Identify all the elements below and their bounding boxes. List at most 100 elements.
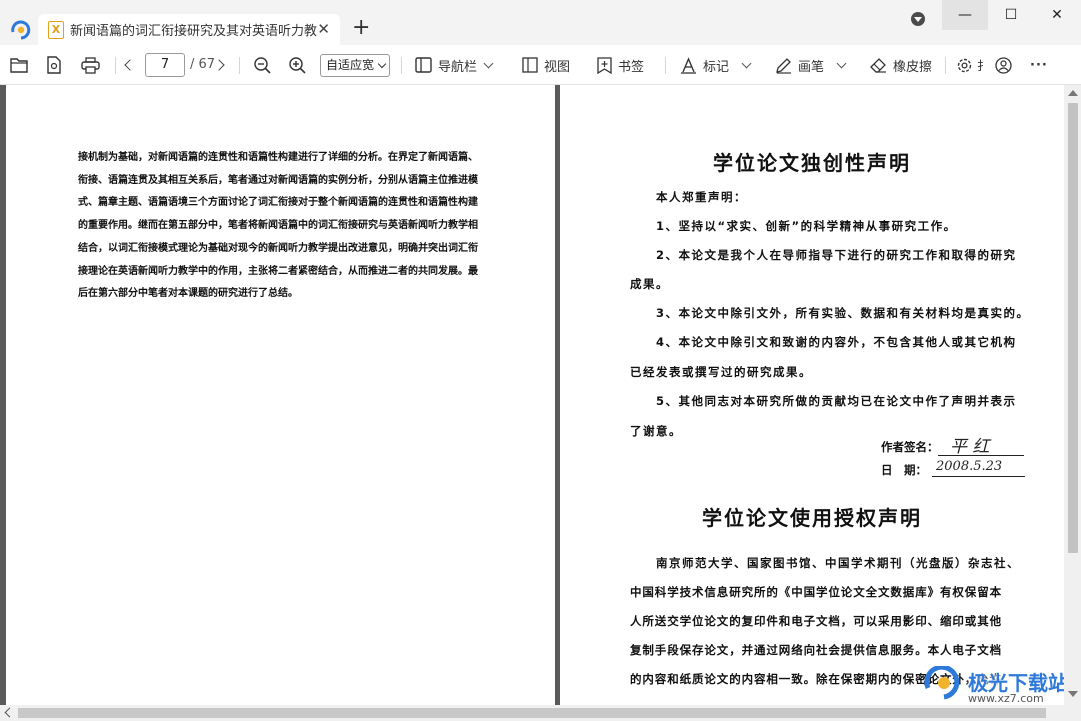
zoom-mode-select[interactable]: 自适应宽 [320,54,390,77]
watermark-url: www.xz7.com [968,692,1044,705]
mark-label: 标记 [703,59,730,75]
watermark-logo-icon [924,666,960,700]
minimize-button[interactable]: — [942,0,988,30]
statement-line: 2、本论文是我个人在导师指导下进行的研究工作和取得的研究 [656,248,1017,262]
chevron-left-icon [124,59,136,71]
toolbar-divider [401,57,402,74]
more-options-button[interactable]: ··· [1030,45,1048,85]
zoom-out-icon [254,57,271,74]
left-page-text: 接机制为基础，对新闻语篇的连贯性和语篇性构建进行了详细的分析。在界定了新闻语篇、… [78,147,482,306]
date-label: 日 期： [881,463,927,477]
navigation-panel-label: 导航栏 [438,59,478,75]
watermark-text: 极光下载站 [968,671,1068,695]
horizontal-scroll-thumb[interactable] [18,708,1046,718]
page-thumbnail-button[interactable] [46,45,62,85]
text-line: 接机制为基础，对新闻语篇的连贯性和语篇性构建进行了详细的分析。在界定了新闻语篇、 [78,152,478,163]
view-label: 视图 [544,59,571,75]
toolbar-divider [239,57,240,74]
pdf-file-icon: X [48,20,64,39]
open-folder-button[interactable] [10,45,28,85]
chevron-down-icon[interactable] [836,58,847,68]
chevron-down-icon [377,59,387,69]
folder-icon [10,58,28,73]
window-dropdown-icon[interactable] [911,12,925,26]
gear-icon [957,58,972,72]
bookmark-label: 书签 [618,59,645,75]
text-line: 衔接、语篇连贯及其相互关系后，笔者通过对新闻语篇的实例分析，分别从语篇主位推进模 [78,174,478,186]
pdf-page-left: 接机制为基础，对新闻语篇的连贯性和语篇性构建进行了详细的分析。在界定了新闻语篇、… [6,85,555,705]
statement-line: 1、坚持以“求实、创新”的科学精神从事研究工作。 [656,219,957,233]
text-line: 的重要作用。继而在第五部分中，笔者将新闻语篇中的词汇衔接研究与英语新闻听力教学相 [78,220,478,232]
text-line: 结合，以词汇衔接模式理论为基础对现今的新闻听力教学提出改进意见，明确并突出词汇衔 [78,242,478,254]
tab-close-icon[interactable]: ✕ [317,20,330,38]
title-bar: X 新闻语篇的词汇衔接研究及其对英语听力教... ✕ + — ☐ ✕ [0,0,1081,45]
pen-tool-button[interactable]: 画笔 [775,45,847,85]
view-columns-icon [522,57,538,73]
text-line: 后在第六部分中笔者对本课题的研究进行了总结。 [78,288,298,300]
site-watermark: 极光下载站 www.xz7.com [924,666,1068,705]
vertical-scrollbar[interactable] [1064,85,1081,705]
author-signature: 平 红 [950,437,990,457]
toolbar-divider [115,57,116,74]
pen-label: 画笔 [798,59,825,75]
scroll-up-arrow-icon[interactable] [1068,90,1078,96]
authorization-line: 复制手段保存论文，并通过网络向社会提供信息服务。本人电子文档 [630,643,1002,657]
navigation-panel-button[interactable]: 导航栏 [415,45,494,85]
maximize-button[interactable]: ☐ [988,0,1034,30]
signature-underline [938,455,1024,456]
mark-tool-button[interactable]: 标记 [680,45,752,85]
bookmark-button[interactable]: 书签 [597,45,644,85]
zoom-out-button[interactable] [253,45,271,85]
chevron-right-icon [213,59,225,71]
horizontal-scrollbar[interactable] [0,705,1081,721]
document-tab[interactable]: X 新闻语篇的词汇衔接研究及其对英语听力教... ✕ [38,14,340,45]
statement-line: 4、本论文中除引文和致谢的内容外，不包含其他人或其它机构 [656,335,1017,349]
eraser-tool-button[interactable]: 橡皮擦 [870,45,932,85]
originality-statement-title: 学位论文独创性声明 [713,151,911,175]
new-tab-plus-icon[interactable]: + [352,16,370,40]
statement-line: 已经发表或撰写过的研究成果。 [630,365,812,379]
highlight-marker-icon [681,56,696,74]
print-button[interactable] [81,45,100,85]
pen-icon [776,57,791,74]
page-number-input[interactable]: 7 [145,53,185,77]
date-underline [932,476,1025,477]
document-viewport[interactable]: 接机制为基础，对新闻语篇的连贯性和语篇性构建进行了详细的分析。在界定了新闻语篇、… [0,85,1064,705]
statement-line: 成果。 [630,277,669,291]
sidebar-panel-icon [415,57,432,73]
scroll-left-arrow-icon[interactable] [4,707,15,718]
page-total-label: / 67 [190,57,216,72]
vertical-scroll-thumb[interactable] [1068,103,1078,553]
statement-line: 本人郑重声明： [656,190,747,204]
statement-line: 5、其他同志对本研究所做的贡献均已在论文中作了声明并表示 [656,394,1017,408]
authorization-line: 中国科学技术信息研究所的《中国学位论文全文数据库》有权保留本 [630,585,1002,599]
tab-title: 新闻语篇的词汇衔接研究及其对英语听力教... [70,24,318,39]
scroll-down-arrow-icon[interactable] [1068,691,1078,697]
user-avatar-icon [995,56,1012,74]
view-button[interactable]: 视图 [522,45,570,85]
text-line: 式、篇章主题、语篇语境三个方面讨论了词汇衔接对于整个新闻语篇的连贯性和语篇性构建 [78,197,478,209]
toolbar: 7 / 67 自适应宽 导航栏 视图 书签 标记 画笔 橡皮擦 扌 ··· [0,45,1081,85]
chevron-down-icon[interactable] [741,58,752,68]
text-line: 接理论在英语新闻听力教学中的作用，主张将二者紧密结合，从而推进二者的共同发展。最 [78,265,478,277]
authorization-statement-title: 学位论文使用授权声明 [702,506,922,530]
account-button[interactable] [995,45,1012,85]
next-page-button[interactable] [213,45,225,85]
bookmark-add-icon [597,56,612,74]
eraser-label: 橡皮擦 [893,59,933,75]
toolbar-divider [665,57,666,74]
file-preview-icon [47,56,61,74]
zoom-in-button[interactable] [288,45,306,85]
eraser-icon [870,58,886,73]
statement-line: 了谢意。 [630,424,682,438]
app-logo-icon[interactable] [10,19,32,41]
zoom-mode-value: 自适应宽 [326,58,375,72]
chevron-down-icon[interactable] [483,58,494,68]
toolbar-divider [945,57,946,74]
zoom-in-icon [289,57,306,74]
settings-button[interactable]: 扌 [956,45,989,85]
previous-page-button[interactable] [124,45,136,85]
close-window-button[interactable]: ✕ [1034,0,1080,30]
settings-label: 扌 [977,58,990,73]
authorization-line: 南京师范大学、国家图书馆、中国学术期刊（光盘版）杂志社、 [656,556,1020,570]
